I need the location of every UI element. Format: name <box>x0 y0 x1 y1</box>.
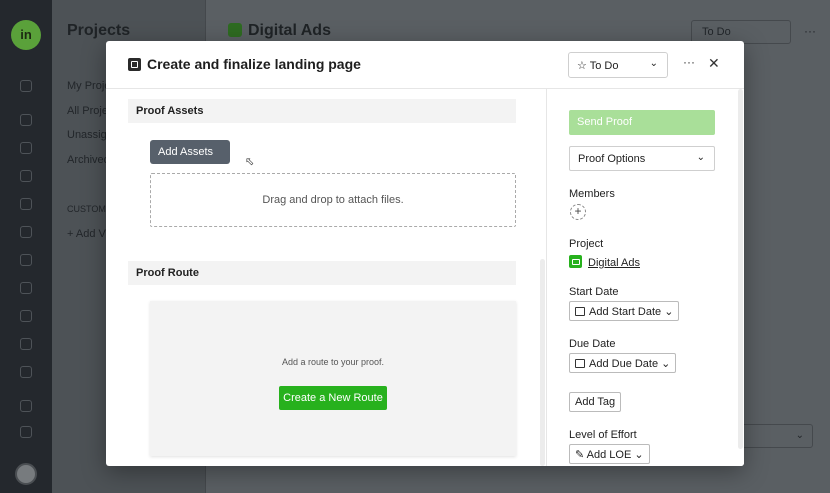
proof-assets-heading: Proof Assets <box>128 99 516 123</box>
modal-side-panel: Send Proof Proof Options ⌄ Members + Pro… <box>546 89 744 466</box>
level-of-effort-label: Level of Effort <box>569 429 637 441</box>
activity-icon[interactable] <box>20 114 32 126</box>
modal-main-panel: Proof Assets Add Assets ⌄ ⬁ Drag and dro… <box>106 89 546 466</box>
avatar[interactable] <box>15 463 37 485</box>
project-icon <box>228 23 242 37</box>
proof-route-heading: Proof Route <box>128 261 516 285</box>
project-title: Digital Ads <box>228 22 331 40</box>
scrollbar[interactable] <box>540 259 545 466</box>
add-tag-button[interactable]: Add Tag <box>569 392 622 412</box>
proof-options-label: Proof Options <box>578 153 646 165</box>
create-route-button[interactable]: Create a New Route <box>279 386 387 410</box>
add-due-date-button[interactable]: Add Due Date ⌄ <box>569 353 677 373</box>
sidebar-item-unassigned[interactable]: Unassig <box>67 129 107 141</box>
task-modal: Create and finalize landing page ☆ To Do… <box>106 41 744 466</box>
tasks-icon[interactable] <box>20 198 32 210</box>
app-rail: in <box>0 0 52 493</box>
add-view-link[interactable]: + Add V <box>67 228 106 240</box>
proof-route-panel: Add a route to your proof. Create a New … <box>150 301 516 456</box>
due-date-label: Due Date <box>569 338 616 350</box>
project-label: Project <box>569 238 604 250</box>
modal-header: Create and finalize landing page ☆ To Do… <box>106 41 744 89</box>
add-start-date-button[interactable]: Add Start Date ⌄ <box>569 301 680 321</box>
sidebar-item-archived[interactable]: Archived <box>67 154 110 166</box>
megaphone-icon[interactable] <box>20 142 32 154</box>
inbox-icon[interactable] <box>20 226 32 238</box>
calendar-start-icon <box>575 307 585 316</box>
calendar-due-icon <box>575 359 585 368</box>
proof-options-select[interactable]: Proof Options ⌄ <box>569 146 715 171</box>
scrollbar[interactable] <box>738 89 743 449</box>
sidebar-item-my-projects[interactable]: My Proje <box>67 80 110 92</box>
dashboard-icon[interactable] <box>20 338 32 350</box>
modal-title[interactable]: Create and finalize landing page <box>147 56 361 72</box>
custom-section-label: CUSTOM <box>67 204 106 214</box>
chevron-down-icon: ⌄ <box>696 152 705 163</box>
sidebar-title: Projects <box>67 22 131 39</box>
people-icon[interactable] <box>20 310 32 322</box>
status-icon: ☆ <box>577 60 587 72</box>
folder-icon[interactable] <box>20 170 32 182</box>
start-date-label: Start Date <box>569 286 619 298</box>
proof-icon[interactable] <box>20 254 32 266</box>
cursor-icon: ⬁ <box>245 156 255 168</box>
effort-icon: ✎ <box>575 449 587 461</box>
reports-icon[interactable] <box>20 366 32 378</box>
help-icon[interactable] <box>20 426 32 438</box>
folder-icon <box>569 255 582 268</box>
route-hint: Add a route to your proof. <box>281 357 385 367</box>
sidebar-item-all-projects[interactable]: All Proje <box>67 105 108 117</box>
add-assets-button[interactable]: Add Assets ⌄ <box>150 140 230 171</box>
chevron-down-icon: ⌄ <box>649 58 658 69</box>
calendar-icon[interactable] <box>20 282 32 294</box>
bell-icon[interactable] <box>20 400 32 412</box>
task-icon <box>128 58 141 71</box>
search-icon[interactable] <box>20 80 32 92</box>
close-icon[interactable]: ✕ <box>708 55 720 72</box>
more-icon[interactable]: ··· <box>683 55 695 69</box>
file-drop-zone[interactable]: Drag and drop to attach files. <box>150 173 516 227</box>
status-select[interactable]: ☆ To Do ⌄ <box>568 52 668 78</box>
add-member-button[interactable]: + <box>570 204 586 220</box>
add-loe-button[interactable]: ✎ Add LOE ⌄ <box>569 444 650 464</box>
app-logo[interactable]: in <box>11 20 41 50</box>
project-link[interactable]: Digital Ads <box>569 255 640 269</box>
more-icon[interactable]: ··· <box>804 24 816 38</box>
background-select[interactable]: ⌄ <box>741 424 813 448</box>
members-label: Members <box>569 188 615 200</box>
send-proof-button[interactable]: Send Proof <box>569 110 715 135</box>
status-label: To Do <box>589 60 619 72</box>
